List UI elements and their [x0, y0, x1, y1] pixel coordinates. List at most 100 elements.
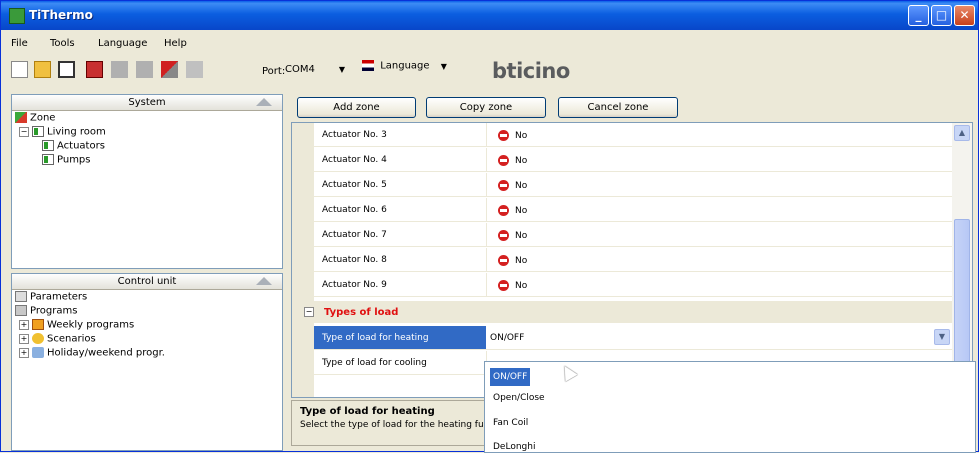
tree-room-label: Living room — [47, 126, 106, 138]
save-icon[interactable] — [58, 61, 75, 78]
port-select[interactable]: COM4 ▼ — [282, 61, 348, 79]
no-entry-icon — [498, 180, 509, 191]
flag-icon — [362, 60, 374, 71]
language-button[interactable]: Language ▼ — [362, 60, 458, 78]
option-on-off[interactable]: ON/OFF — [490, 368, 531, 386]
tree-scenarios-label: Scenarios — [47, 333, 96, 345]
system-panel-header: System — [12, 95, 282, 111]
tree-zone[interactable]: Zone — [15, 112, 55, 124]
chevron-down-icon: ▼ — [338, 65, 345, 74]
table-row[interactable]: Actuator No. 8 No — [314, 248, 952, 272]
tree-scenarios[interactable]: + Scenarios — [19, 333, 96, 345]
actuators-icon — [42, 140, 54, 151]
language-label: Language — [380, 60, 430, 72]
app-icon — [9, 8, 25, 24]
tree-actuators-label: Actuators — [57, 140, 105, 152]
grid-scrollbar[interactable]: ▲ ▼ — [952, 123, 972, 397]
window-title: TiThermo — [29, 8, 93, 22]
menu-help[interactable]: Help — [164, 38, 187, 49]
transfer-icon[interactable] — [161, 61, 178, 78]
table-row[interactable]: Actuator No. 3 No — [314, 123, 952, 147]
scroll-thumb[interactable] — [954, 219, 970, 379]
row-name: Actuator No. 8 — [322, 255, 387, 265]
option-open-close[interactable]: Open/Close — [493, 393, 545, 403]
no-entry-icon — [498, 255, 509, 266]
tree-actuators[interactable]: Actuators — [42, 140, 105, 152]
maximize-button[interactable]: □ — [931, 5, 952, 26]
tree-holiday-label: Holiday/weekend progr. — [47, 347, 165, 359]
tree-weekly-programs[interactable]: + Weekly programs — [19, 319, 134, 331]
no-entry-icon — [498, 155, 509, 166]
no-entry-icon — [498, 205, 509, 216]
title-bar[interactable]: TiThermo _ □ ✕ — [1, 1, 978, 30]
collapse-toggle-icon[interactable]: − — [304, 307, 314, 317]
tree-programs-label: Programs — [30, 305, 78, 317]
no-entry-icon — [498, 130, 509, 141]
category-types-of-load[interactable]: − Types of load — [292, 301, 952, 323]
tree-pumps-label: Pumps — [57, 154, 91, 166]
row-value: No — [515, 281, 528, 291]
expand-toggle-icon[interactable]: + — [19, 319, 29, 330]
tree-parameters[interactable]: Parameters — [15, 291, 87, 303]
disabled-tool-icon[interactable] — [111, 61, 128, 78]
menu-language[interactable]: Language — [98, 38, 147, 49]
cancel-zone-button[interactable]: Cancel zone — [558, 97, 678, 118]
help-description: Select the type of load for the heating … — [300, 420, 484, 430]
control-unit-panel: Control unit Parameters Programs + Weekly… — [11, 273, 283, 451]
cooling-load-label: Type of load for cooling — [322, 358, 427, 368]
control-panel-header: Control unit — [12, 274, 282, 290]
menu-file[interactable]: File — [11, 38, 28, 49]
chevron-down-icon[interactable]: ▼ — [934, 329, 950, 345]
table-row[interactable]: Actuator No. 4 No — [314, 148, 952, 172]
scenarios-icon — [32, 333, 44, 344]
table-row[interactable]: Actuator No. 7 No — [314, 223, 952, 247]
collapse-icon[interactable] — [256, 277, 272, 285]
disabled-tool-icon[interactable] — [136, 61, 153, 78]
expand-toggle-icon[interactable]: + — [19, 333, 29, 344]
heating-load-row[interactable]: Type of load for heating ON/OFF ▼ — [314, 326, 952, 350]
row-value: No — [515, 131, 528, 141]
menu-tools[interactable]: Tools — [50, 38, 75, 49]
row-name: Actuator No. 3 — [322, 130, 387, 140]
tree-living-room[interactable]: − Living room — [19, 126, 106, 138]
no-entry-icon — [498, 280, 509, 291]
tree-weekly-label: Weekly programs — [47, 319, 135, 331]
table-row[interactable]: Actuator No. 5 No — [314, 173, 952, 197]
collapse-toggle-icon[interactable]: − — [19, 126, 29, 137]
minimize-button[interactable]: _ — [908, 5, 929, 26]
tree-parameters-label: Parameters — [30, 291, 88, 303]
add-zone-button[interactable]: Add zone — [297, 97, 416, 118]
tree-holiday[interactable]: + Holiday/weekend progr. — [19, 347, 165, 359]
new-file-icon[interactable] — [11, 61, 28, 78]
row-name: Actuator No. 9 — [322, 280, 387, 290]
close-button[interactable]: ✕ — [954, 5, 975, 26]
scroll-up-icon[interactable]: ▲ — [954, 125, 970, 141]
control-panel-title: Control unit — [117, 276, 177, 287]
port-value: COM4 — [285, 64, 315, 75]
row-value: No — [515, 206, 528, 216]
tree-pumps[interactable]: Pumps — [42, 154, 91, 166]
open-folder-icon[interactable] — [34, 61, 51, 78]
calendar-icon[interactable] — [86, 61, 103, 78]
row-name: Actuator No. 6 — [322, 205, 387, 215]
pumps-icon — [42, 154, 54, 165]
chevron-down-icon: ▼ — [440, 61, 447, 71]
row-value: No — [515, 181, 528, 191]
option-fan-coil[interactable]: Fan Coil — [493, 418, 528, 428]
expand-toggle-icon[interactable]: + — [19, 347, 29, 358]
property-grid: Actuator No. 3 No Actuator No. 4 No Actuat… — [291, 122, 973, 398]
collapse-icon[interactable] — [256, 98, 272, 106]
disabled-tool-icon[interactable] — [186, 61, 203, 78]
table-row[interactable]: Actuator No. 9 No — [314, 273, 952, 297]
option-delonghi[interactable]: DeLonghi — [493, 442, 535, 452]
zone-icon — [15, 112, 27, 123]
copy-zone-button[interactable]: Copy zone — [426, 97, 546, 118]
table-row[interactable]: Actuator No. 6 No — [314, 198, 952, 222]
tree-zone-label: Zone — [30, 112, 56, 124]
heating-load-label: Type of load for heating — [322, 333, 429, 343]
row-value: No — [515, 231, 528, 241]
tree-programs[interactable]: Programs — [15, 305, 77, 317]
heating-load-value[interactable]: ON/OFF — [490, 333, 524, 343]
no-entry-icon — [498, 230, 509, 241]
row-name: Actuator No. 7 — [322, 230, 387, 240]
